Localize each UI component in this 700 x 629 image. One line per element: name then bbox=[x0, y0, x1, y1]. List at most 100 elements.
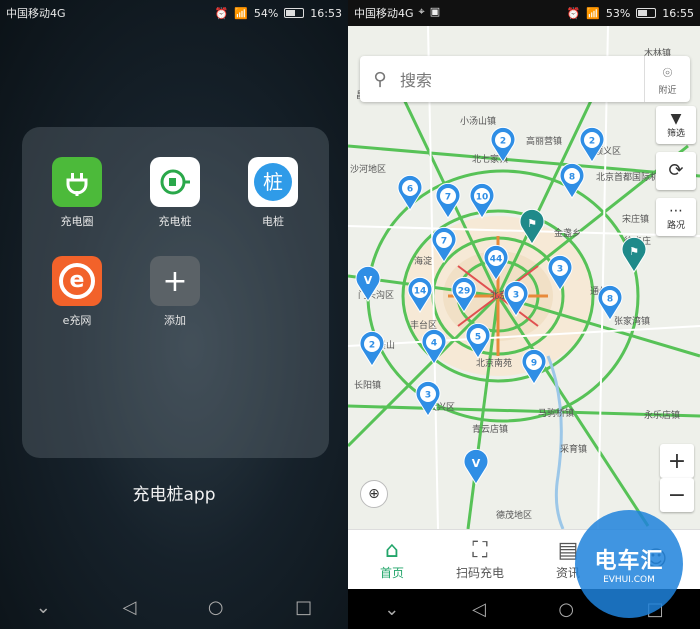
battery-percent: 53% bbox=[605, 6, 631, 20]
nearby-button[interactable]: ⌾ 附近 bbox=[644, 56, 690, 102]
marker-count: 10 bbox=[476, 193, 489, 203]
wifi-icon: 📶 bbox=[586, 6, 600, 20]
filter-icon: ▼ bbox=[670, 110, 682, 127]
v-logo-icon: V bbox=[364, 274, 373, 287]
chevron-down-icon[interactable]: ⌄ bbox=[384, 599, 399, 620]
image-icon: ▣ bbox=[429, 5, 441, 18]
alarm-icon: ⏰ bbox=[566, 6, 581, 20]
app-dianzhuang[interactable]: 桩 电桩 bbox=[238, 157, 308, 229]
map-place-label: 长阳镇 bbox=[354, 379, 381, 391]
alarm-icon: ⏰ bbox=[214, 6, 229, 20]
map-place-label: 德茂地区 bbox=[496, 509, 532, 521]
status-bar: 中国移动4G ⌖ ▣ ⏰ 📶 53% 16:55 bbox=[348, 0, 700, 26]
zoom-out-button[interactable]: − bbox=[660, 478, 694, 512]
plus-icon: + bbox=[667, 448, 687, 474]
marker-count: 44 bbox=[490, 255, 503, 265]
app-label: 充电圈 bbox=[60, 215, 94, 228]
marker-count: 29 bbox=[458, 287, 471, 297]
refresh-button[interactable]: ⟳ bbox=[656, 152, 696, 190]
pile-character-icon: 桩 bbox=[248, 157, 298, 207]
map-place-label: 沙河地区 bbox=[350, 163, 386, 175]
app-echongwang[interactable]: e e充网 bbox=[42, 256, 112, 328]
back-icon[interactable]: ◁ bbox=[472, 599, 486, 620]
marker-count: 2 bbox=[369, 341, 375, 351]
marker-count: 7 bbox=[445, 193, 451, 203]
battery-icon bbox=[284, 8, 305, 18]
location-icon: ⌖ bbox=[418, 5, 425, 18]
flag-icon: ⚑ bbox=[527, 217, 537, 230]
search-bar[interactable]: ⚲ 搜索 ⌾ 附近 bbox=[360, 56, 690, 102]
plus-icon: + bbox=[150, 256, 200, 306]
charging-plug-icon bbox=[150, 157, 200, 207]
marker-count: 2 bbox=[500, 137, 506, 147]
chevron-down-icon[interactable]: ⌄ bbox=[36, 597, 51, 618]
app-label: 电桩 bbox=[262, 215, 284, 228]
traffic-button[interactable]: ⋯ 路况 bbox=[656, 198, 696, 236]
app-chongdianquan[interactable]: 充电圈 bbox=[42, 157, 112, 229]
e-logo-icon: e bbox=[52, 256, 102, 306]
marker-count: 9 bbox=[531, 359, 537, 369]
marker-count: 3 bbox=[513, 291, 519, 301]
crosshair-icon: ⊕ bbox=[368, 486, 380, 502]
add-app-button[interactable]: + 添加 bbox=[140, 256, 210, 328]
map-place-label: 金盏乡 bbox=[554, 227, 581, 239]
scan-icon: ⛶ bbox=[472, 538, 488, 563]
marker-count: 5 bbox=[475, 333, 481, 343]
locate-me-button[interactable]: ⊕ bbox=[360, 480, 388, 508]
tab-scan-charge[interactable]: ⛶ 扫码充电 bbox=[436, 530, 524, 589]
folder-title[interactable]: 充电桩app bbox=[0, 480, 348, 505]
screenshot-stage: 中国移动4G ⏰ 📶 54% 16:53 充电圈 充电桩 桩 电桩 e e充网 … bbox=[0, 0, 700, 629]
map-place-label: 宋庄镇 bbox=[622, 213, 649, 225]
marker-count: 8 bbox=[569, 173, 575, 183]
home-circle-icon[interactable]: ○ bbox=[208, 597, 224, 618]
marker-count: 3 bbox=[425, 391, 431, 401]
map-view[interactable]: 昌平区小汤山镇高丽营镇赵全营镇北七家镇沙河地区顺义区北京首都国际机场金盏乡海淀北… bbox=[348, 26, 700, 529]
map-place-label: 小汤山镇 bbox=[460, 115, 496, 127]
app-label: e充网 bbox=[62, 314, 92, 327]
app-label: 添加 bbox=[164, 314, 186, 327]
map-place-label: 高丽营镇 bbox=[526, 135, 562, 147]
zoom-in-button[interactable]: + bbox=[660, 444, 694, 478]
marker-count: 8 bbox=[607, 295, 613, 305]
marker-count: 4 bbox=[431, 339, 437, 349]
nearby-label: 附近 bbox=[658, 85, 677, 96]
map-place-label: 马驹桥镇 bbox=[538, 407, 574, 419]
status-bar: 中国移动4G ⏰ 📶 54% 16:53 bbox=[0, 0, 348, 26]
app-label: 充电桩 bbox=[158, 215, 192, 228]
minus-icon: − bbox=[667, 482, 687, 508]
recents-icon[interactable]: □ bbox=[295, 597, 312, 618]
left-phone-screen: 中国移动4G ⏰ 📶 54% 16:53 充电圈 充电桩 桩 电桩 e e充网 … bbox=[0, 0, 348, 629]
evhui-watermark-logo: 电车汇 EVHUI.COM bbox=[575, 510, 683, 618]
app-chongdianzhuang[interactable]: 充电桩 bbox=[140, 157, 210, 229]
clock-text: 16:55 bbox=[662, 6, 694, 20]
v-logo-icon: V bbox=[472, 457, 481, 470]
map-place-label: 永乐店镇 bbox=[644, 409, 680, 421]
map-place-label: 海淀 bbox=[414, 255, 432, 267]
marker-count: 6 bbox=[407, 185, 413, 195]
battery-icon bbox=[636, 8, 657, 18]
carrier-text: 中国移动4G bbox=[6, 7, 66, 20]
pin-outline-icon: ⌾ bbox=[662, 62, 673, 82]
flag-icon: ⚑ bbox=[629, 245, 639, 258]
wifi-icon: 📶 bbox=[234, 6, 248, 20]
map-place-label: 青云店镇 bbox=[472, 423, 508, 435]
marker-count: 7 bbox=[441, 237, 447, 247]
map-place-label: 张家湾镇 bbox=[614, 315, 650, 327]
home-circle-icon[interactable]: ○ bbox=[558, 599, 574, 620]
traffic-label: 路况 bbox=[666, 220, 685, 231]
refresh-icon: ⟳ bbox=[668, 160, 684, 181]
map-place-label: 采育镇 bbox=[560, 443, 587, 455]
plug-icon bbox=[52, 157, 102, 207]
marker-count: 2 bbox=[589, 137, 595, 147]
filter-label: 筛选 bbox=[666, 128, 685, 139]
battery-percent: 54% bbox=[253, 6, 279, 20]
search-icon: ⚲ bbox=[373, 68, 387, 90]
tab-home[interactable]: ⌂ 首页 bbox=[348, 530, 436, 589]
search-input[interactable]: 搜索 bbox=[400, 67, 644, 91]
carrier-text: 中国移动4G bbox=[354, 7, 414, 20]
filter-button[interactable]: ▼ 筛选 bbox=[656, 106, 696, 144]
home-icon: ⌂ bbox=[385, 538, 399, 563]
clock-text: 16:53 bbox=[310, 6, 342, 20]
back-icon[interactable]: ◁ bbox=[122, 597, 136, 618]
system-nav-bar: ⌄ ◁ ○ □ bbox=[0, 585, 348, 629]
